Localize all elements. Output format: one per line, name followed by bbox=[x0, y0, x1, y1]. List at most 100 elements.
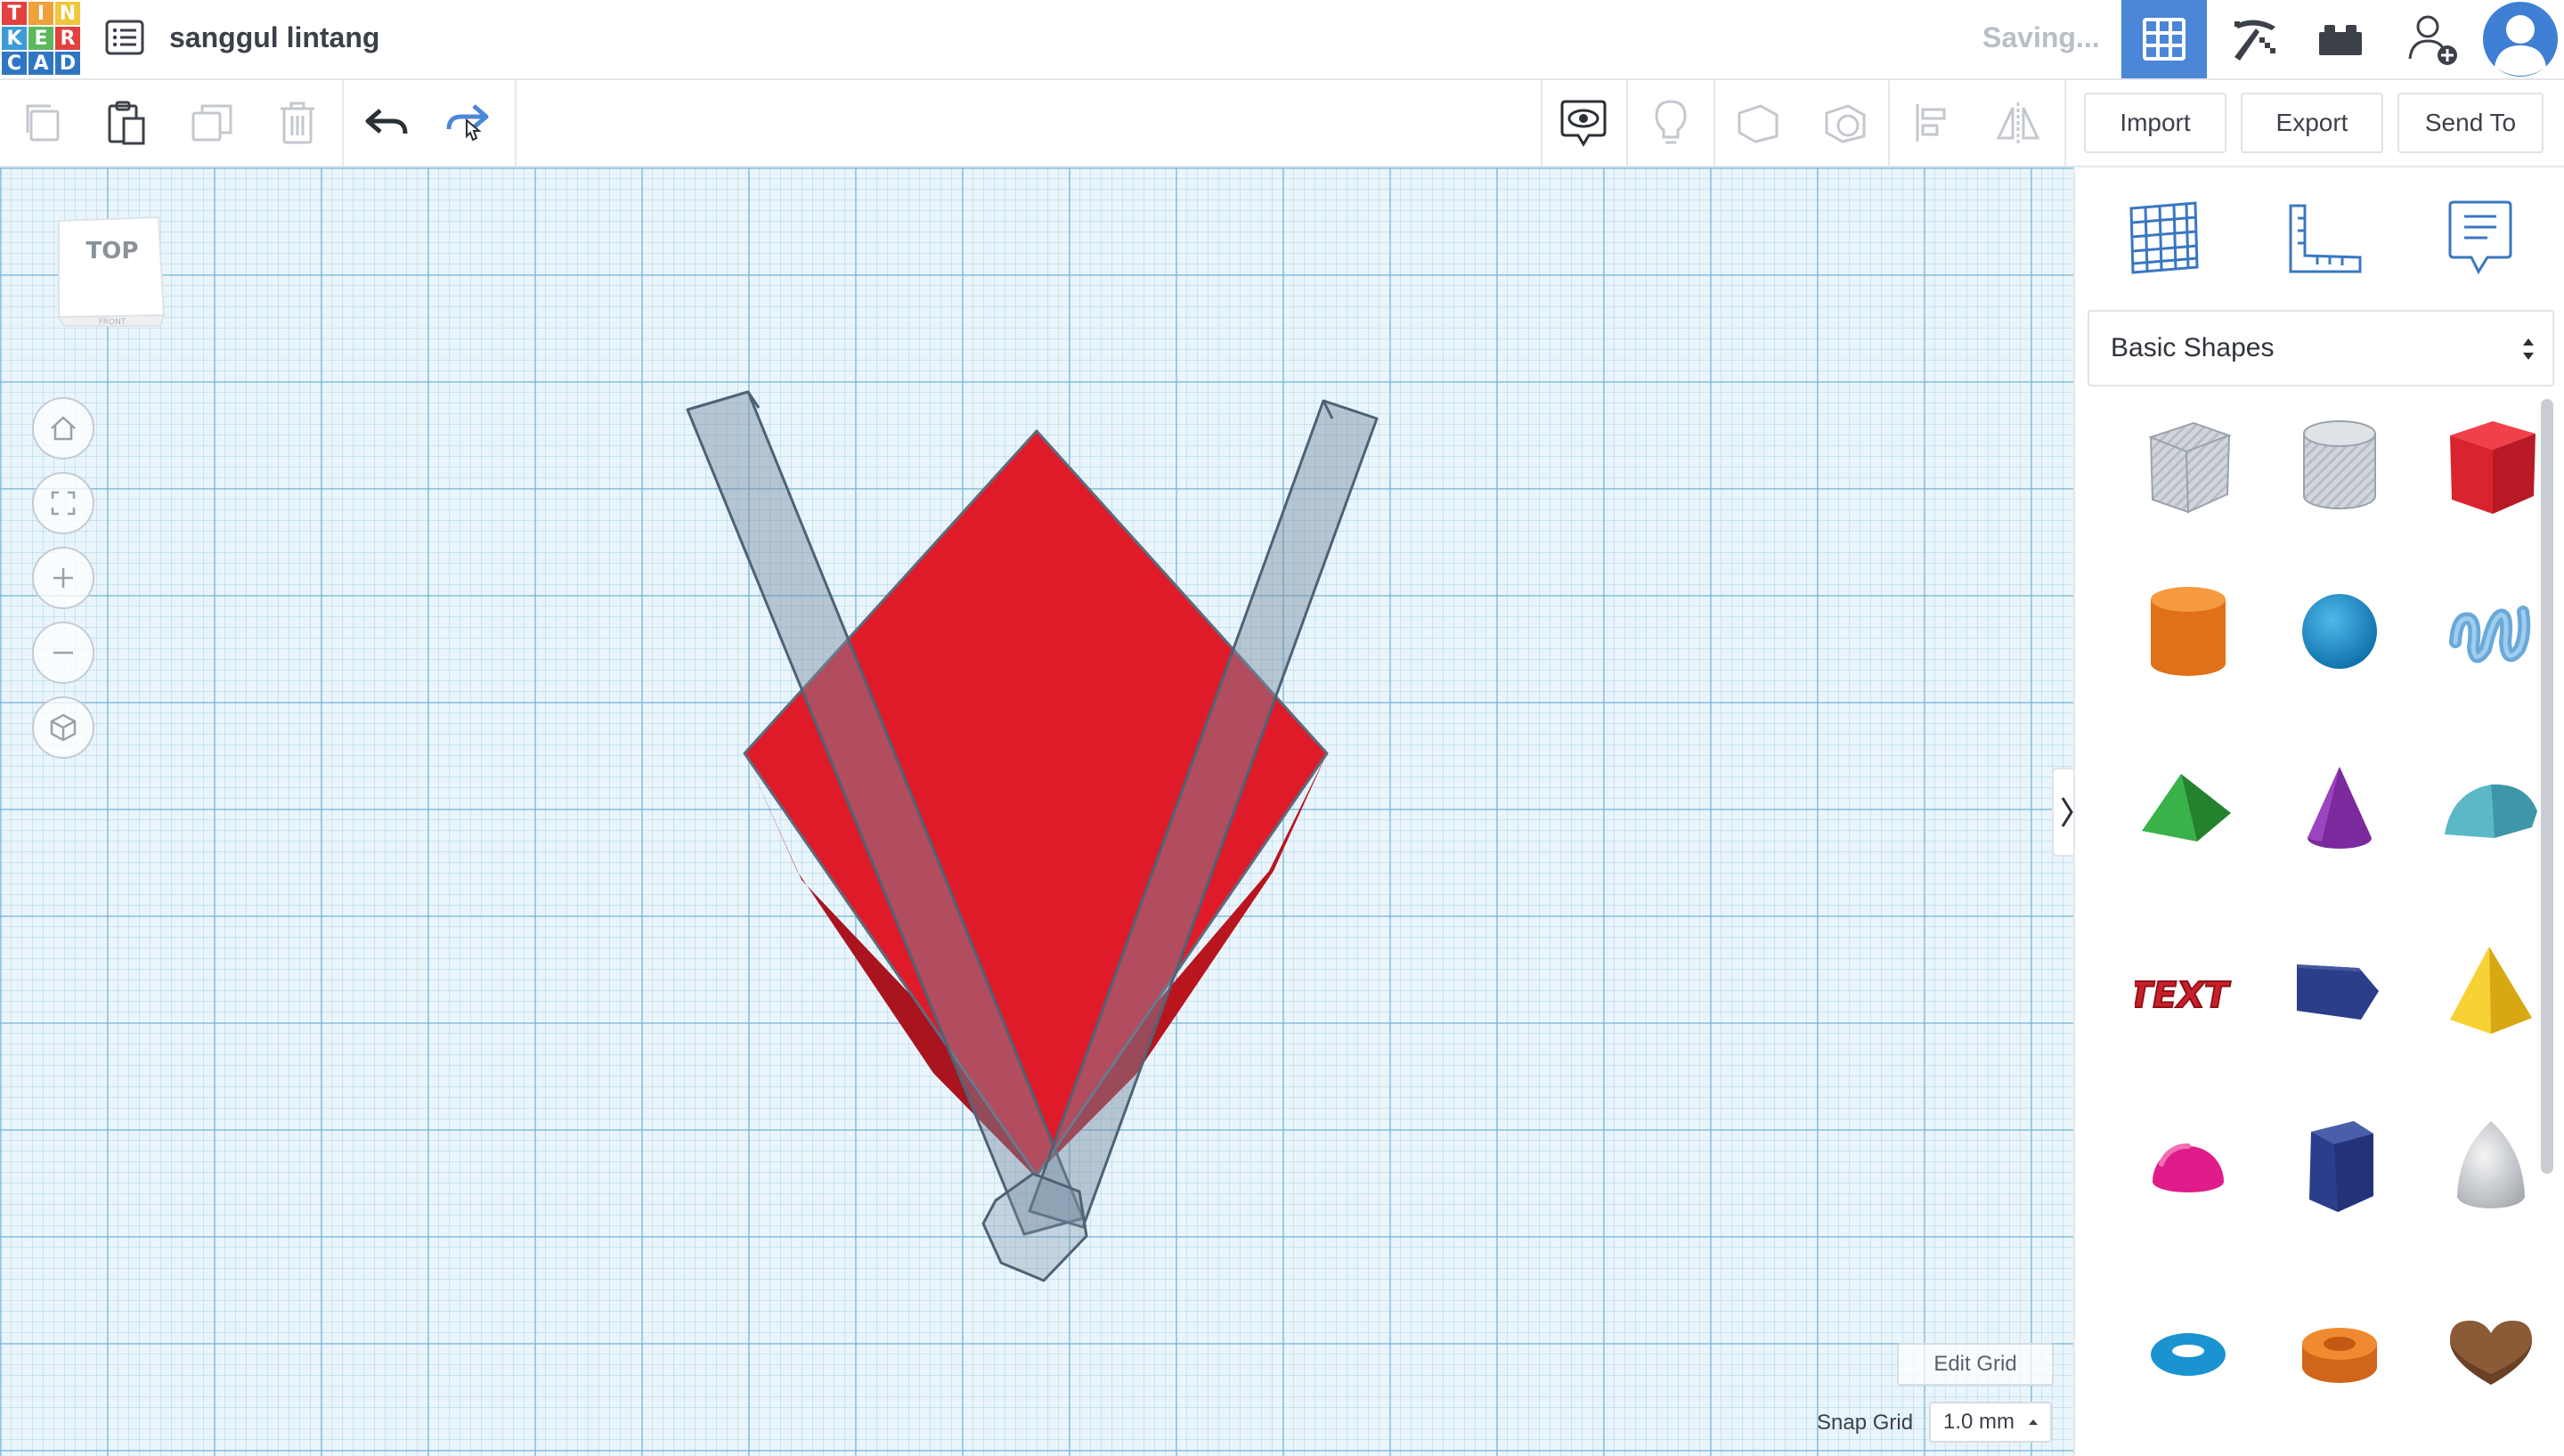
perspective-icon bbox=[50, 713, 77, 742]
shape-roof[interactable] bbox=[2121, 743, 2255, 876]
notes-icon bbox=[2448, 200, 2512, 275]
shape-category-select[interactable]: Basic Shapes bbox=[2088, 310, 2554, 386]
delete-icon bbox=[281, 102, 314, 144]
shape-pyramid[interactable] bbox=[2424, 926, 2558, 1060]
paste-icon bbox=[108, 101, 145, 145]
light-bulb-button[interactable] bbox=[1640, 93, 1701, 153]
align-button[interactable] bbox=[1902, 93, 1963, 153]
zoom-out-button[interactable] bbox=[32, 622, 94, 684]
ungroup-button[interactable] bbox=[1815, 93, 1876, 153]
workplane-canvas[interactable]: TOP FRONT Edit Grid Snap Grid 1.0 mm bbox=[0, 167, 2073, 1456]
logo-letter: N bbox=[55, 2, 80, 25]
redo-button[interactable] bbox=[440, 93, 501, 153]
paste-button[interactable] bbox=[96, 93, 157, 153]
zoom-in-button[interactable] bbox=[32, 547, 94, 609]
shape-box[interactable] bbox=[2424, 401, 2558, 534]
view-cube-top-label: TOP bbox=[86, 238, 139, 264]
workplane-tool-button[interactable] bbox=[2114, 189, 2212, 287]
invite-collaborators-button[interactable] bbox=[2390, 0, 2476, 78]
logo-letter: D bbox=[55, 52, 80, 75]
view-cube[interactable]: TOP FRONT bbox=[53, 212, 167, 328]
app-header: T I N K E R C A D sanggul lintang Saving… bbox=[0, 0, 2564, 80]
redo-icon bbox=[446, 104, 489, 142]
shape-half-sphere[interactable] bbox=[2121, 1101, 2255, 1234]
tube-icon bbox=[2302, 1328, 2377, 1383]
shape-box-hole[interactable] bbox=[2121, 401, 2255, 534]
user-avatar-icon bbox=[2482, 2, 2558, 77]
3d-scene[interactable] bbox=[0, 167, 2073, 1456]
ruler-tool-button[interactable] bbox=[2276, 189, 2374, 287]
user-avatar-button[interactable] bbox=[2476, 0, 2564, 78]
view-cube-front-label: FRONT bbox=[99, 318, 126, 327]
shape-heart[interactable] bbox=[2424, 1286, 2558, 1419]
design-list-button[interactable] bbox=[103, 18, 146, 57]
caret-up-icon bbox=[2029, 1419, 2039, 1425]
box-icon bbox=[2450, 421, 2536, 514]
import-button[interactable]: Import bbox=[2084, 93, 2226, 153]
lego-brick-icon bbox=[2319, 25, 2362, 55]
snap-grid-select[interactable]: 1.0 mm bbox=[1929, 1402, 2052, 1443]
copy-icon bbox=[26, 104, 60, 142]
shape-sphere[interactable] bbox=[2273, 566, 2406, 700]
export-button[interactable]: Export bbox=[2241, 93, 2383, 153]
send-to-button[interactable]: Send To bbox=[2397, 93, 2544, 153]
notes-toggle-icon bbox=[1560, 100, 1607, 147]
cone-icon bbox=[2308, 767, 2372, 849]
toolbar-separator bbox=[342, 80, 344, 166]
red-box-top-face bbox=[743, 429, 1329, 1177]
perspective-button[interactable] bbox=[32, 696, 94, 759]
logo-letter: I bbox=[28, 2, 53, 25]
shapes-panel-scrollbar[interactable] bbox=[2541, 399, 2553, 1174]
group-button[interactable] bbox=[1728, 93, 1788, 153]
fit-view-button[interactable] bbox=[32, 472, 94, 534]
cylinder-icon bbox=[2151, 587, 2226, 676]
copy-button[interactable] bbox=[12, 93, 73, 153]
shape-text[interactable]: TEXT bbox=[2121, 926, 2255, 1060]
shapes-panel: Basic Shapes TEXT bbox=[2073, 167, 2564, 1456]
undo-button[interactable] bbox=[356, 93, 417, 153]
logo-letter: R bbox=[55, 27, 80, 50]
red-box-shape[interactable] bbox=[743, 429, 1329, 1177]
shape-paraboloid[interactable] bbox=[2424, 1101, 2558, 1234]
zoom-out-icon bbox=[53, 651, 73, 655]
shape-cone[interactable] bbox=[2273, 743, 2406, 876]
delete-button[interactable] bbox=[267, 93, 328, 153]
mirror-button[interactable] bbox=[1988, 93, 2048, 153]
3d-design-view-button[interactable] bbox=[2121, 0, 2207, 78]
mirror-icon bbox=[1996, 102, 2040, 143]
tinkercad-logo[interactable]: T I N K E R C A D bbox=[0, 0, 82, 75]
shape-cylinder[interactable] bbox=[2121, 566, 2255, 700]
pickaxe-build-icon bbox=[2234, 20, 2275, 61]
shape-tube[interactable] bbox=[2273, 1286, 2406, 1419]
toolbar-separator bbox=[2064, 80, 2066, 166]
half-sphere-icon bbox=[2153, 1143, 2224, 1192]
shape-category-value: Basic Shapes bbox=[2111, 333, 2275, 362]
shape-scribble[interactable] bbox=[2424, 566, 2558, 700]
logo-letter: T bbox=[2, 2, 27, 25]
workplane-icon bbox=[2129, 201, 2199, 274]
group-shapes-icon bbox=[1738, 104, 1779, 143]
lego-bricks-button[interactable] bbox=[2298, 0, 2383, 78]
design-title[interactable]: sanggul lintang bbox=[169, 18, 379, 57]
shape-torus[interactable] bbox=[2121, 1286, 2255, 1419]
round-roof-icon bbox=[2445, 784, 2537, 838]
toolbar-separator bbox=[1888, 80, 1890, 166]
editor-toolbar: Import Export Send To bbox=[0, 80, 2564, 167]
toolbar-separator bbox=[515, 80, 517, 166]
heart-icon bbox=[2450, 1321, 2532, 1385]
notes-toggle-button[interactable] bbox=[1553, 93, 1614, 153]
toolbar-separator bbox=[1541, 80, 1542, 166]
ungroup-shapes-icon bbox=[1825, 104, 1866, 143]
ruler-icon bbox=[2289, 204, 2362, 273]
shape-polygon[interactable] bbox=[2273, 1101, 2406, 1234]
scribble-icon bbox=[2449, 606, 2531, 663]
shape-round-roof[interactable] bbox=[2424, 743, 2558, 876]
edit-grid-button[interactable]: Edit Grid bbox=[1897, 1343, 2054, 1386]
minecraft-build-button[interactable] bbox=[2212, 0, 2298, 78]
shape-wedge[interactable] bbox=[2273, 926, 2406, 1060]
duplicate-button[interactable] bbox=[183, 93, 244, 153]
save-status: Saving... bbox=[1982, 21, 2100, 53]
notes-tool-button[interactable] bbox=[2431, 189, 2529, 287]
home-view-button[interactable] bbox=[32, 397, 94, 460]
shape-cylinder-hole[interactable] bbox=[2273, 401, 2406, 534]
